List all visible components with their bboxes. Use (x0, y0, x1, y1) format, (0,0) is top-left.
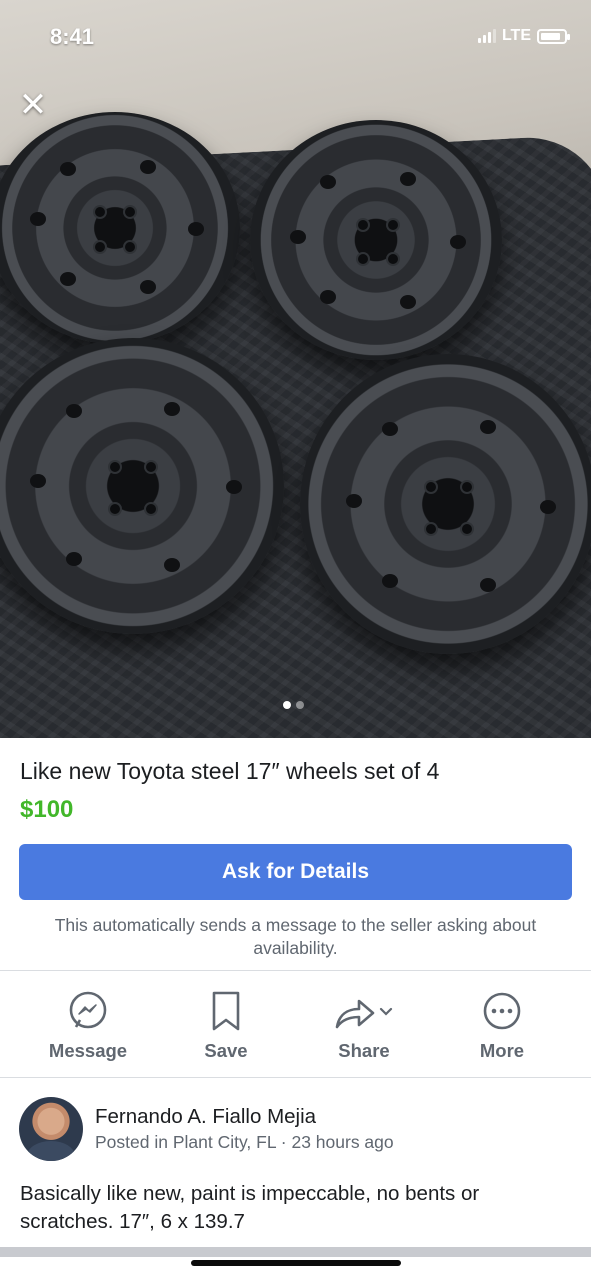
avatar[interactable] (19, 1097, 83, 1161)
share-button[interactable]: Share (304, 990, 424, 1062)
more-label: More (479, 1040, 525, 1061)
network-label: LTE (501, 27, 531, 44)
carousel-indicator (283, 701, 304, 709)
status-time: 8:41 (50, 24, 95, 49)
listing-description: Basically like new, paint is impeccable,… (20, 1182, 480, 1233)
action-bar: Message Save Share More (0, 990, 591, 1065)
save-button[interactable]: Save (166, 990, 286, 1062)
share-icon (335, 999, 393, 1029)
battery-icon (537, 28, 570, 44)
save-label: Save (204, 1040, 248, 1061)
bookmark-icon (212, 991, 240, 1031)
listing-photo[interactable]: 8:41 LTE ✕ (0, 0, 591, 738)
divider (0, 970, 591, 971)
seller-name[interactable]: Fernando A. Fiallo Mejia (95, 1105, 316, 1129)
carousel-dot-2 (296, 701, 304, 709)
ask-for-details-button[interactable]: Ask for Details (19, 844, 572, 900)
wheel-bottom-right (300, 354, 591, 654)
listing-title: Like new Toyota steel 17″ wheels set of … (20, 758, 440, 784)
status-indicators: LTE (477, 27, 570, 45)
share-label: Share (338, 1040, 390, 1061)
divider (0, 1077, 591, 1078)
message-button[interactable]: Message (28, 990, 148, 1062)
home-indicator (191, 1260, 401, 1266)
ask-note: This automatically sends a message to th… (54, 915, 537, 958)
carousel-dot-1 (283, 701, 291, 709)
more-button[interactable]: More (442, 990, 562, 1062)
signal-icon (477, 29, 496, 43)
seller-meta: Posted in Plant City, FL · 23 hours ago (95, 1132, 394, 1152)
listing-price: $100 (20, 796, 74, 823)
more-icon (483, 992, 521, 1030)
messenger-icon (69, 991, 107, 1029)
message-label: Message (48, 1040, 128, 1061)
wheel-top-left (0, 112, 240, 344)
wheel-top-right (250, 120, 502, 360)
close-icon[interactable]: ✕ (18, 88, 48, 122)
